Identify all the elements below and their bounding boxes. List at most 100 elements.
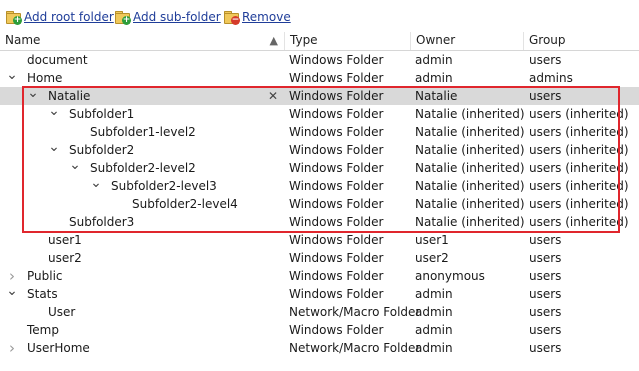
group-cell: users — [529, 89, 562, 103]
owner-cell: Natalie — [415, 89, 458, 103]
chevron-down-icon[interactable]: ⌄ — [69, 158, 81, 177]
owner-cell: admin — [415, 341, 453, 355]
owner-cell: Natalie (inherited) — [415, 143, 525, 157]
column-owner-label: Owner — [416, 33, 456, 47]
group-cell: admins — [529, 71, 573, 85]
tree-row[interactable]: document Windows Folder admin users — [0, 51, 639, 69]
name-cell: › UserHome — [0, 339, 285, 357]
type-cell: Windows Folder — [289, 233, 384, 247]
owner-cell: Natalie (inherited) — [415, 197, 525, 211]
owner-cell: admin — [415, 53, 453, 67]
chevron-right-icon[interactable]: › — [6, 339, 18, 357]
folder-remove-icon: − — [223, 10, 240, 25]
column-header: Name ▲ Type Owner Group — [0, 32, 639, 51]
type-cell: Network/Macro Folder — [289, 305, 421, 319]
tree-row[interactable]: ⌄ Subfolder2-level3 Windows Folder Natalie … — [0, 176, 639, 195]
toolbar: + Add root folder + Add sub-folder − Rem… — [0, 0, 639, 32]
tree-row[interactable]: ⌄ Subfolder1 Windows Folder Natalie (inheri… — [0, 104, 639, 123]
group-cell: users (inherited) — [529, 107, 629, 121]
column-header-owner[interactable]: Owner — [411, 32, 524, 50]
group-cell: users — [529, 323, 562, 337]
folder-add-icon: + — [5, 10, 22, 25]
group-cell: users (inherited) — [529, 143, 629, 157]
name-cell: ⌄ Subfolder2-level3 — [0, 176, 285, 195]
add-sub-folder-label: Add sub-folder — [133, 10, 221, 24]
folder-name: user2 — [48, 251, 82, 265]
tree-row[interactable]: › UserHome Network/Macro Folder admin users — [0, 339, 639, 357]
name-cell: Subfolder3 — [0, 213, 285, 231]
owner-cell: admin — [415, 323, 453, 337]
group-cell: users (inherited) — [529, 161, 629, 175]
subfolder-add-icon: + — [114, 10, 131, 25]
name-cell: user1 — [0, 231, 285, 249]
tree-row[interactable]: Temp Windows Folder admin users — [0, 321, 639, 339]
folder-name: Subfolder2-level3 — [111, 179, 217, 193]
folder-name: Subfolder3 — [69, 215, 135, 229]
add-sub-folder-button[interactable]: + Add sub-folder — [114, 8, 221, 26]
tree-row[interactable]: Subfolder3 Windows Folder Natalie (inherit… — [0, 213, 639, 231]
type-cell: Windows Folder — [289, 323, 384, 337]
chevron-down-icon[interactable]: ⌄ — [48, 140, 60, 159]
owner-cell: user1 — [415, 233, 449, 247]
tree-row[interactable]: user1 Windows Folder user1 users — [0, 231, 639, 249]
name-cell: ⌄ Subfolder2-level2 — [0, 158, 285, 177]
group-cell: users — [529, 287, 562, 301]
column-header-name[interactable]: Name ▲ — [0, 32, 285, 50]
add-root-folder-label: Add root folder — [24, 10, 114, 24]
type-cell: Windows Folder — [289, 125, 384, 139]
owner-cell: admin — [415, 305, 453, 319]
tree-row[interactable]: ⌄ Natalie ✕ Windows Folder Natalie users — [0, 86, 639, 105]
tree-row[interactable]: ⌄ Stats Windows Folder admin users — [0, 284, 639, 303]
column-type-label: Type — [290, 33, 318, 47]
folder-name: User — [48, 305, 76, 319]
column-header-group[interactable]: Group — [524, 32, 639, 50]
group-cell: users (inherited) — [529, 197, 629, 211]
group-cell: users — [529, 233, 562, 247]
add-root-folder-button[interactable]: + Add root folder — [5, 8, 114, 26]
type-cell: Windows Folder — [289, 179, 384, 193]
group-cell: users (inherited) — [529, 125, 629, 139]
type-cell: Windows Folder — [289, 143, 384, 157]
tree-row[interactable]: User Network/Macro Folder admin users — [0, 303, 639, 321]
owner-cell: Natalie (inherited) — [415, 161, 525, 175]
group-cell: users — [529, 53, 562, 67]
folder-name: Subfolder2-level4 — [132, 197, 238, 211]
name-cell: ⌄ Stats — [0, 284, 285, 303]
chevron-down-icon[interactable]: ⌄ — [27, 86, 39, 105]
tree-row[interactable]: ⌄ Subfolder2 Windows Folder Natalie (inheri… — [0, 140, 639, 159]
owner-cell: Natalie (inherited) — [415, 179, 525, 193]
column-header-type[interactable]: Type — [285, 32, 411, 50]
name-cell: Temp — [0, 321, 285, 339]
folder-name: Subfolder1 — [69, 107, 135, 121]
tree-row[interactable]: Subfolder2-level4 Windows Folder Natalie (… — [0, 195, 639, 213]
name-cell: ⌄ Subfolder2 — [0, 140, 285, 159]
chevron-down-icon[interactable]: ⌄ — [90, 176, 102, 195]
chevron-down-icon[interactable]: ⌄ — [6, 68, 18, 87]
folder-name: Public — [27, 269, 63, 283]
tree-row[interactable]: › Public Windows Folder anonymous users — [0, 267, 639, 285]
folder-name: document — [27, 53, 88, 67]
close-icon[interactable]: ✕ — [268, 87, 278, 105]
type-cell: Windows Folder — [289, 161, 384, 175]
type-cell: Windows Folder — [289, 107, 384, 121]
owner-cell: Natalie (inherited) — [415, 215, 525, 229]
type-cell: Windows Folder — [289, 89, 384, 103]
remove-label: Remove — [242, 10, 291, 24]
name-cell: ⌄ Subfolder1 — [0, 104, 285, 123]
chevron-down-icon[interactable]: ⌄ — [6, 284, 18, 303]
folder-name: Temp — [27, 323, 59, 337]
type-cell: Windows Folder — [289, 53, 384, 67]
owner-cell: admin — [415, 287, 453, 301]
chevron-down-icon[interactable]: ⌄ — [48, 104, 60, 123]
owner-cell: Natalie (inherited) — [415, 125, 525, 139]
type-cell: Windows Folder — [289, 215, 384, 229]
tree-row[interactable]: ⌄ Home Windows Folder admin admins — [0, 68, 639, 87]
type-cell: Windows Folder — [289, 251, 384, 265]
tree-row[interactable]: Subfolder1-level2 Windows Folder Natalie (… — [0, 123, 639, 141]
type-cell: Windows Folder — [289, 269, 384, 283]
group-cell: users (inherited) — [529, 215, 629, 229]
tree-row[interactable]: user2 Windows Folder user2 users — [0, 249, 639, 267]
remove-button[interactable]: − Remove — [223, 8, 291, 26]
type-cell: Windows Folder — [289, 71, 384, 85]
column-group-label: Group — [529, 33, 566, 47]
